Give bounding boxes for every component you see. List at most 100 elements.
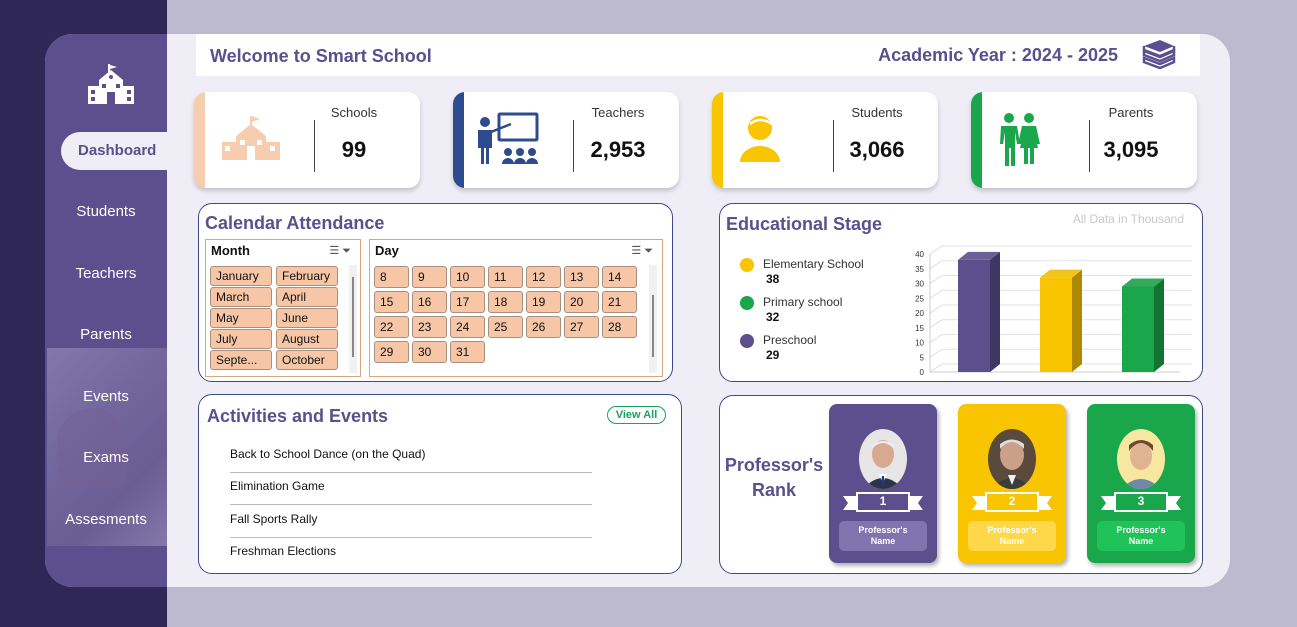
- day-chip[interactable]: 14: [602, 266, 637, 288]
- month-slicer: Month ☰⏷ January February March April May Jun…: [205, 239, 361, 377]
- day-chip[interactable]: 18: [488, 291, 523, 313]
- kpi-value: 99: [341, 137, 367, 162]
- grid-line: [929, 245, 943, 255]
- sidebar-item-parents[interactable]: Parents: [45, 325, 167, 345]
- professor-card-1[interactable]: 1 Professor's Name: [829, 404, 937, 563]
- day-chip[interactable]: 16: [412, 291, 447, 313]
- day-chip[interactable]: 26: [526, 316, 561, 338]
- event-item[interactable]: Fall Sports Rally: [230, 510, 592, 538]
- sidebar-item-students[interactable]: Students: [45, 202, 167, 222]
- day-chip[interactable]: 22: [374, 316, 409, 338]
- month-chip[interactable]: July: [210, 329, 272, 349]
- day-chip[interactable]: 8: [374, 266, 409, 288]
- day-chip[interactable]: 28: [602, 316, 637, 338]
- month-chip[interactable]: August: [276, 329, 338, 349]
- month-chip[interactable]: May: [210, 308, 272, 328]
- activities-title: Activities and Events: [207, 406, 389, 426]
- kpi-value: 2,953: [590, 137, 646, 162]
- y-tick-label: 10: [915, 339, 924, 348]
- day-chip[interactable]: 27: [564, 316, 599, 338]
- y-tick-label: 35: [915, 265, 924, 274]
- clear-filter-icon[interactable]: ⏷: [342, 245, 354, 257]
- legend-dot: [740, 334, 754, 348]
- professor-photo: [988, 429, 1036, 489]
- educational-stage-panel: Educational Stage All Data in Thousand E…: [719, 203, 1203, 382]
- day-scrollbar[interactable]: [649, 265, 657, 373]
- calendar-title: Calendar Attendance: [205, 213, 385, 233]
- y-tick-label: 25: [915, 294, 924, 303]
- sidebar-item-dashboard[interactable]: Dashboard: [61, 132, 191, 170]
- professor-name-line1: Professor's: [1116, 525, 1166, 535]
- grid-line: [929, 275, 943, 284]
- month-slicer-header: Month: [211, 243, 250, 258]
- legend-name: Preschool: [763, 333, 817, 347]
- day-chip[interactable]: 19: [526, 291, 561, 313]
- bar-front: [1122, 286, 1154, 372]
- month-chip[interactable]: March: [210, 287, 272, 307]
- day-chip[interactable]: 9: [412, 266, 447, 288]
- kpi-value: 3,066: [849, 137, 905, 162]
- bar-side: [1072, 269, 1082, 372]
- day-chip[interactable]: 24: [450, 316, 485, 338]
- day-chip[interactable]: 15: [374, 291, 409, 313]
- books-icon: [1142, 40, 1176, 70]
- month-chip[interactable]: Septe...: [210, 350, 272, 370]
- legend-value: 32: [766, 310, 780, 324]
- sidebar-item-exams[interactable]: Exams: [45, 448, 167, 468]
- day-chip[interactable]: 11: [488, 266, 523, 288]
- rank-number: 3: [1137, 494, 1145, 508]
- month-chip[interactable]: October: [276, 350, 338, 370]
- day-chip[interactable]: 21: [602, 291, 637, 313]
- clear-filter-icon[interactable]: ⏷: [644, 245, 656, 257]
- slicer-controls: ☰⏷: [329, 244, 354, 258]
- day-chip[interactable]: 10: [450, 266, 485, 288]
- event-item[interactable]: Elimination Game: [230, 477, 592, 505]
- sidebar-item-events[interactable]: Events: [45, 387, 167, 407]
- view-all-button[interactable]: View All: [607, 406, 666, 424]
- kpi-card-teachers: Teachers 2,953: [453, 92, 679, 188]
- legend-value: 38: [766, 272, 780, 286]
- sidebar-item-teachers[interactable]: Teachers: [45, 264, 167, 284]
- day-chip[interactable]: 20: [564, 291, 599, 313]
- grid-line: [929, 319, 943, 329]
- kpi-stripe: [971, 92, 982, 188]
- day-chip[interactable]: 29: [374, 341, 409, 363]
- day-chip[interactable]: 31: [450, 341, 485, 363]
- multi-select-icon[interactable]: ☰: [631, 245, 644, 257]
- sidebar: Students Teachers Parents Events Exams A…: [45, 34, 167, 587]
- school-icon: [222, 116, 280, 160]
- slicer-controls: ☰⏷: [631, 244, 656, 258]
- month-scrollbar[interactable]: [349, 265, 357, 373]
- y-tick-label: 15: [915, 324, 924, 333]
- kpi-label: Parents: [1108, 105, 1154, 120]
- professor-card-3[interactable]: 3 Professor's Name: [1087, 404, 1195, 563]
- y-tick-label: 30: [915, 280, 924, 289]
- day-chip[interactable]: 23: [412, 316, 447, 338]
- parents-icon: [1000, 113, 1040, 166]
- event-item[interactable]: Back to School Dance (on the Quad): [230, 445, 592, 473]
- legend-dot: [740, 258, 754, 272]
- sidebar-item-assessments[interactable]: Assesments: [45, 510, 167, 530]
- legend-value: 29: [766, 348, 780, 362]
- day-chip[interactable]: 17: [450, 291, 485, 313]
- kpi-card-parents: Parents 3,095: [971, 92, 1197, 188]
- bar-side: [1154, 278, 1164, 372]
- day-chip[interactable]: 13: [564, 266, 599, 288]
- professor-card-2[interactable]: 2 Professor's Name: [958, 404, 1066, 563]
- multi-select-icon[interactable]: ☰: [329, 245, 342, 257]
- professor-name-box: Professor's Name: [968, 521, 1056, 551]
- day-chip[interactable]: 25: [488, 316, 523, 338]
- month-chip[interactable]: January: [210, 266, 272, 286]
- professor-photo: [1117, 429, 1165, 489]
- month-chip[interactable]: April: [276, 287, 338, 307]
- event-item[interactable]: Freshman Elections: [230, 542, 592, 570]
- student-icon: [740, 116, 780, 162]
- kpi-label: Students: [851, 105, 903, 120]
- day-chip[interactable]: 12: [526, 266, 561, 288]
- day-chip[interactable]: 30: [412, 341, 447, 363]
- month-chip[interactable]: February: [276, 266, 338, 286]
- month-chip[interactable]: June: [276, 308, 338, 328]
- bar-front: [1040, 277, 1072, 372]
- professor-name-box: Professor's Name: [839, 521, 927, 551]
- grid-line: [929, 363, 943, 373]
